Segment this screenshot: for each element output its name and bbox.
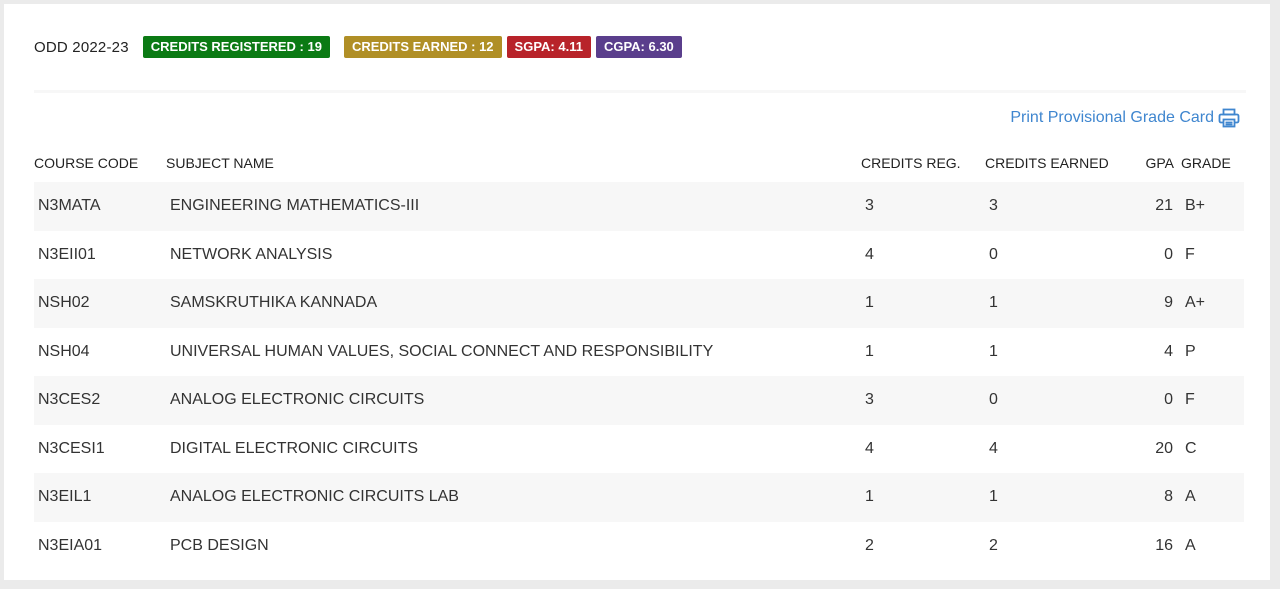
credits-reg-cell: 1 (861, 279, 985, 328)
subject-name-cell: NETWORK ANALYSIS (170, 245, 333, 263)
header-grade: GRADE (1181, 155, 1231, 171)
grade-cell: C (1185, 439, 1197, 457)
print-grade-card-link[interactable]: Print Provisional Grade Card (1010, 108, 1240, 128)
credits-earned-cell: 1 (989, 342, 998, 360)
gpa-cell: 21 (1143, 182, 1181, 231)
grade-cell: A (1181, 473, 1244, 522)
gpa-cell: 0 (1164, 245, 1173, 263)
subject-name-cell: ANALOG ELECTRONIC CIRCUITS (166, 376, 861, 425)
table-row: N3CES2 ANALOG ELECTRONIC CIRCUITS 3 0 0 … (34, 376, 1244, 425)
gpa-cell: 4 (1164, 342, 1173, 360)
course-code-cell: N3CESI1 (38, 439, 105, 457)
cgpa-badge: CGPA: 6.30 (595, 36, 682, 58)
subject-name-cell: ENGINEERING MATHEMATICS-III (166, 182, 861, 231)
course-code-cell: N3EIL1 (34, 473, 166, 522)
grade-cell: A+ (1181, 279, 1244, 328)
subject-name-cell: DIGITAL ELECTRONIC CIRCUITS (170, 439, 419, 457)
course-code-cell: NSH04 (38, 342, 90, 360)
header-gpa: GPA (1145, 155, 1174, 171)
course-code-cell: N3EII01 (38, 245, 96, 263)
gpa-cell: 20 (1155, 439, 1173, 457)
course-code-cell: NSH02 (34, 279, 166, 328)
credits-earned-cell: 0 (985, 376, 1143, 425)
printer-icon (1218, 108, 1240, 128)
header-credits-reg: CREDITS REG. (861, 155, 961, 171)
credits-reg-cell: 4 (865, 439, 874, 457)
subject-name-cell: UNIVERSAL HUMAN VALUES, SOCIAL CONNECT A… (170, 342, 714, 360)
credits-earned-cell: 1 (985, 473, 1143, 522)
table-row: N3CESI1 DIGITAL ELECTRONIC CIRCUITS 4 4 … (34, 425, 1244, 474)
section-divider (34, 90, 1246, 93)
gpa-cell: 0 (1143, 376, 1181, 425)
credits-earned-badge: CREDITS EARNED : 12 (343, 36, 502, 58)
grades-table: COURSE CODE SUBJECT NAME CREDITS REG. CR… (34, 144, 1244, 570)
table-row: N3EII01 NETWORK ANALYSIS 4 0 0 F (34, 231, 1244, 280)
course-code-cell: N3MATA (34, 182, 166, 231)
grade-card-panel: ODD 2022-23 CREDITS REGISTERED : 19 CRED… (4, 4, 1270, 580)
course-code-cell: N3EIA01 (38, 536, 103, 554)
credits-reg-cell: 3 (861, 182, 985, 231)
credits-earned-cell: 3 (985, 182, 1143, 231)
grade-cell: P (1185, 342, 1196, 360)
credits-earned-cell: 4 (989, 439, 998, 457)
table-header-row: COURSE CODE SUBJECT NAME CREDITS REG. CR… (34, 144, 1244, 182)
credits-reg-cell: 3 (861, 376, 985, 425)
gpa-cell: 9 (1143, 279, 1181, 328)
subject-name-cell: PCB DESIGN (170, 536, 269, 554)
subject-name-cell: SAMSKRUTHIKA KANNADA (166, 279, 861, 328)
sgpa-badge: SGPA: 4.11 (506, 36, 591, 58)
grade-cell: A (1185, 536, 1196, 554)
course-code-cell: N3CES2 (34, 376, 166, 425)
credits-reg-cell: 4 (865, 245, 874, 263)
credits-registered-badge: CREDITS REGISTERED : 19 (142, 36, 330, 58)
print-link-label: Print Provisional Grade Card (1010, 109, 1214, 126)
credits-earned-cell: 1 (985, 279, 1143, 328)
header-subject-name: SUBJECT NAME (166, 155, 274, 171)
credits-reg-cell: 1 (865, 342, 874, 360)
header-course-code: COURSE CODE (34, 155, 139, 171)
table-row: NSH04 UNIVERSAL HUMAN VALUES, SOCIAL CON… (34, 328, 1244, 377)
table-row: N3EIL1 ANALOG ELECTRONIC CIRCUITS LAB 1 … (34, 473, 1244, 522)
credits-reg-cell: 2 (865, 536, 874, 554)
semester-label: ODD 2022-23 (34, 38, 129, 56)
table-row: NSH02 SAMSKRUTHIKA KANNADA 1 1 9 A+ (34, 279, 1244, 328)
table-row: N3EIA01 PCB DESIGN 2 2 16 A (34, 522, 1244, 571)
gpa-cell: 16 (1155, 536, 1173, 554)
semester-header: ODD 2022-23 CREDITS REGISTERED : 19 CRED… (34, 35, 687, 59)
grade-cell: B+ (1181, 182, 1244, 231)
credits-earned-cell: 0 (989, 245, 998, 263)
credits-earned-cell: 2 (989, 536, 998, 554)
credits-reg-cell: 1 (861, 473, 985, 522)
grade-cell: F (1181, 376, 1244, 425)
table-row: N3MATA ENGINEERING MATHEMATICS-III 3 3 2… (34, 182, 1244, 231)
header-credits-earned: CREDITS EARNED (985, 155, 1109, 171)
gpa-cell: 8 (1143, 473, 1181, 522)
grade-cell: F (1185, 245, 1195, 263)
subject-name-cell: ANALOG ELECTRONIC CIRCUITS LAB (166, 473, 861, 522)
